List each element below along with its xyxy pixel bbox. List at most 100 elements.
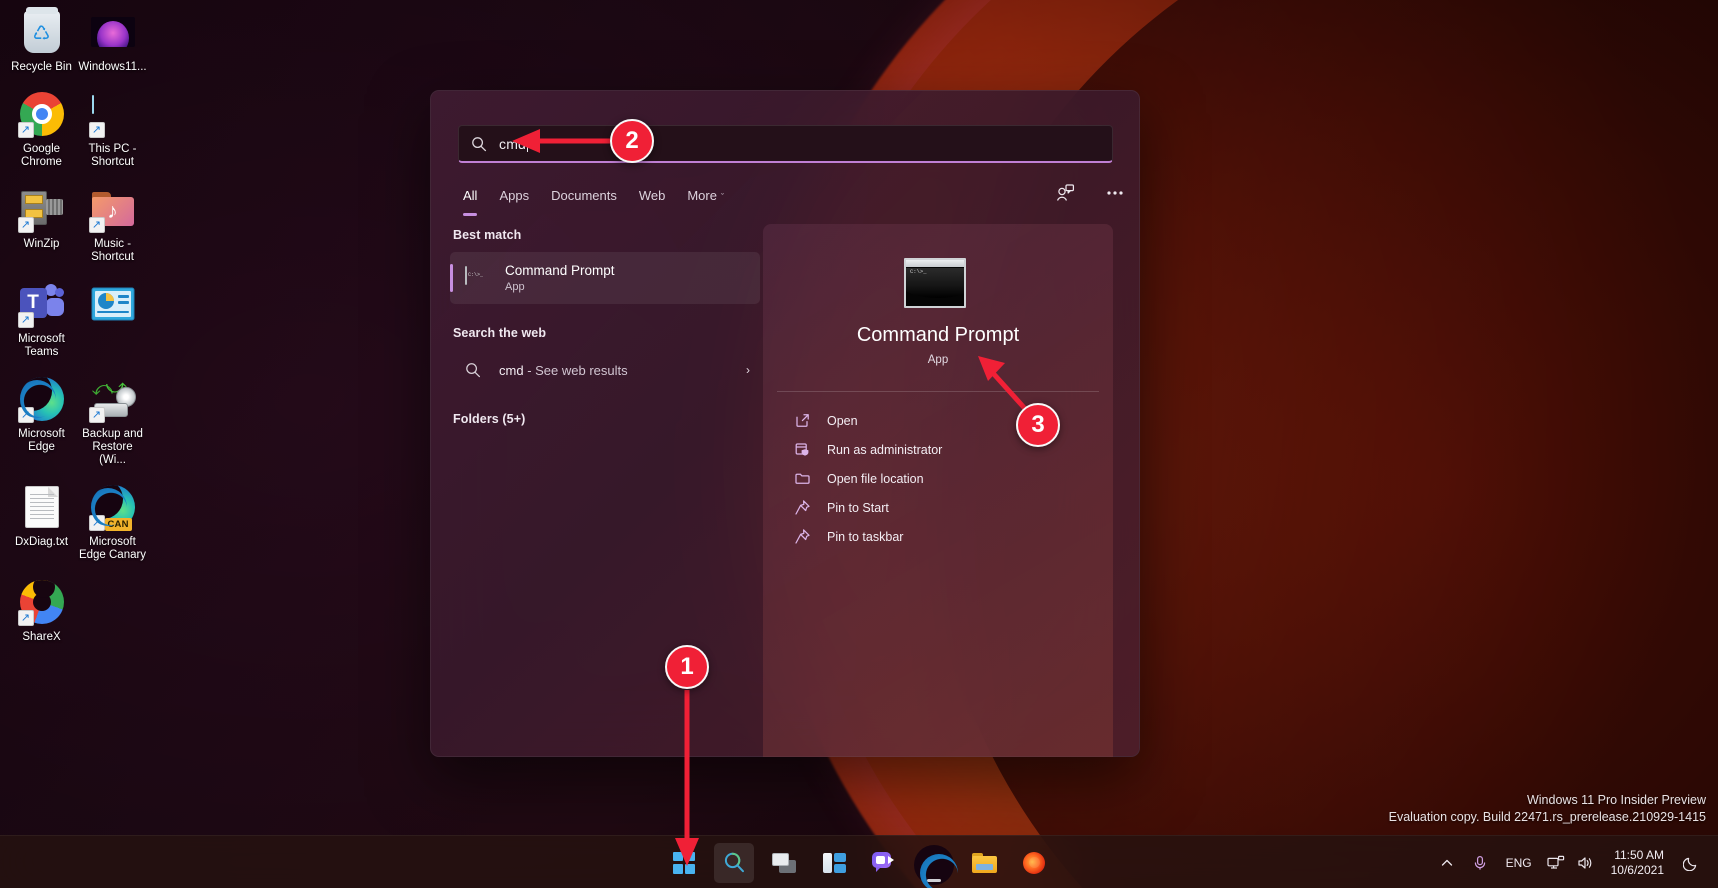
firefox-icon	[1023, 852, 1045, 874]
folder-icon	[793, 470, 811, 488]
search-results-column: Best match C:\>_ Command Prompt App Sear…	[450, 228, 760, 436]
microphone-button[interactable]	[1463, 843, 1497, 883]
microsoft-edge-canary-icon: ↗ CAN	[89, 483, 137, 531]
windows-activation-watermark: Windows 11 Pro Insider Preview Evaluatio…	[1389, 792, 1706, 826]
notification-center-button[interactable]	[1674, 843, 1708, 883]
action-open[interactable]: Open	[763, 406, 1113, 435]
annotation-marker-3: 3	[1016, 403, 1060, 447]
desktop-icon-presentation[interactable]	[77, 280, 148, 359]
tray-expand-button[interactable]	[1431, 843, 1463, 883]
text-caret	[527, 136, 528, 152]
task-view-button[interactable]	[764, 843, 804, 883]
result-title: Command Prompt	[505, 263, 615, 279]
desktop-icon-label: Microsoft Edge Canary	[78, 536, 148, 562]
network-button[interactable]	[1541, 843, 1571, 883]
microsoft-teams-icon: T ↗	[18, 280, 66, 328]
desktop-icon-edge-canary[interactable]: ↗ CAN Microsoft Edge Canary	[77, 483, 148, 562]
shortcut-arrow-icon: ↗	[18, 217, 34, 233]
desktop-icon-backup-and-restore[interactable]: ⤺⤻ ↗ Backup and Restore (Wi...	[77, 375, 148, 467]
shortcut-arrow-icon: ↗	[18, 610, 34, 626]
tab-documents[interactable]: Documents	[540, 185, 628, 207]
start-button[interactable]	[664, 843, 704, 883]
desktop-icon-winzip[interactable]: ↗ WinZip	[6, 185, 77, 264]
search-button[interactable]	[714, 843, 754, 883]
desktop-icon-this-pc[interactable]: ↗ This PC - Shortcut	[77, 90, 148, 169]
web-result-row[interactable]: cmd - See web results ›	[450, 350, 760, 390]
volume-button[interactable]	[1571, 843, 1601, 883]
annotation-marker-1: 1	[665, 645, 709, 689]
desktop-icon-music[interactable]: ♪ ↗ Music - Shortcut	[77, 185, 148, 264]
more-options-ellipsis-icon[interactable]	[1100, 178, 1130, 208]
google-chrome-icon: ↗	[18, 90, 66, 138]
wallpaper-thumbnail-icon	[89, 8, 137, 56]
widgets-icon	[823, 853, 846, 873]
web-result-query: cmd	[499, 363, 524, 378]
winzip-icon: ↗	[18, 185, 66, 233]
desktop-icon-microsoft-edge[interactable]: ↗ Microsoft Edge	[6, 375, 77, 467]
language-indicator[interactable]: ENG	[1497, 843, 1541, 883]
firefox-button[interactable]	[1014, 843, 1054, 883]
search-icon	[465, 362, 481, 378]
desktop-icon-label: Backup and Restore (Wi...	[78, 428, 148, 467]
desktop-icon-windows11-wallpaper[interactable]: Windows11...	[77, 8, 148, 74]
music-folder-icon: ♪ ↗	[89, 185, 137, 233]
tab-apps[interactable]: Apps	[488, 185, 540, 207]
desktop-icon-label: This PC - Shortcut	[78, 143, 148, 169]
search-icon	[471, 136, 487, 152]
desktop-icon-label: ShareX	[22, 631, 60, 644]
network-icon	[1547, 855, 1565, 871]
desktop-icon-google-chrome[interactable]: ↗ Google Chrome	[6, 90, 77, 169]
desktop-icon-label: Music - Shortcut	[78, 238, 148, 264]
desktop-icon-label: Google Chrome	[7, 143, 77, 169]
action-label: Pin to Start	[827, 501, 889, 515]
search-input-value: cmd	[499, 136, 526, 152]
desktop-icon-microsoft-teams[interactable]: T ↗ Microsoft Teams	[6, 280, 77, 359]
desktop-icon-dxdiag-txt[interactable]: DxDiag.txt	[6, 483, 77, 562]
sharex-icon: ↗	[18, 578, 66, 626]
watermark-line-1: Windows 11 Pro Insider Preview	[1389, 792, 1706, 809]
action-pin-to-start[interactable]: Pin to Start	[763, 493, 1113, 522]
tab-all[interactable]: All	[452, 185, 488, 207]
taskbar: ENG 11:50 AM 10/6/2021	[0, 835, 1718, 888]
clock[interactable]: 11:50 AM 10/6/2021	[1601, 848, 1674, 878]
annotation-marker-2: 2	[610, 119, 654, 163]
system-tray: ENG 11:50 AM 10/6/2021	[1431, 836, 1708, 888]
widgets-button[interactable]	[814, 843, 854, 883]
action-open-file-location[interactable]: Open file location	[763, 464, 1113, 493]
detail-app-title: Command Prompt	[763, 324, 1113, 347]
microsoft-edge-icon	[922, 851, 946, 875]
desktop-icon-sharex[interactable]: ↗ ShareX	[6, 578, 77, 644]
desktop-icon-label: Microsoft Teams	[7, 333, 77, 359]
edge-button[interactable]	[914, 843, 954, 883]
shield-admin-icon	[793, 441, 811, 459]
tab-more[interactable]: Moreˇ	[676, 185, 735, 208]
best-match-header: Best match	[453, 228, 760, 242]
search-filter-tabs: All Apps Documents Web Moreˇ	[452, 180, 752, 212]
search-panel-top-icons	[1050, 178, 1130, 208]
detail-app-subtitle: App	[763, 354, 1113, 366]
action-label: Pin to taskbar	[827, 530, 903, 544]
action-pin-to-taskbar[interactable]: Pin to taskbar	[763, 522, 1113, 551]
action-run-as-administrator[interactable]: Run as administrator	[763, 435, 1113, 464]
shortcut-arrow-icon: ↗	[89, 217, 105, 233]
feedback-person-icon[interactable]	[1050, 178, 1080, 208]
clock-date: 10/6/2021	[1611, 863, 1664, 878]
detail-action-list: Open Run as administrator Open file loca…	[763, 406, 1113, 551]
search-icon	[723, 851, 746, 874]
chat-teams-icon	[872, 852, 896, 873]
file-explorer-icon	[972, 853, 997, 873]
chevron-right-icon: ›	[746, 363, 750, 377]
search-input[interactable]: cmd	[458, 125, 1113, 163]
desktop-icon-label: Microsoft Edge	[7, 428, 77, 454]
tab-web[interactable]: Web	[628, 185, 677, 207]
chat-button[interactable]	[864, 843, 904, 883]
presentation-icon	[89, 280, 137, 328]
desktop-icon-label: Recycle Bin	[11, 61, 72, 74]
pin-icon	[793, 528, 811, 546]
recycle-bin-icon	[18, 8, 66, 56]
result-row-command-prompt[interactable]: C:\>_ Command Prompt App	[450, 252, 760, 304]
language-label: ENG	[1506, 856, 1532, 870]
action-label: Run as administrator	[827, 443, 942, 457]
desktop-icon-recycle-bin[interactable]: Recycle Bin	[6, 8, 77, 74]
file-explorer-button[interactable]	[964, 843, 1004, 883]
